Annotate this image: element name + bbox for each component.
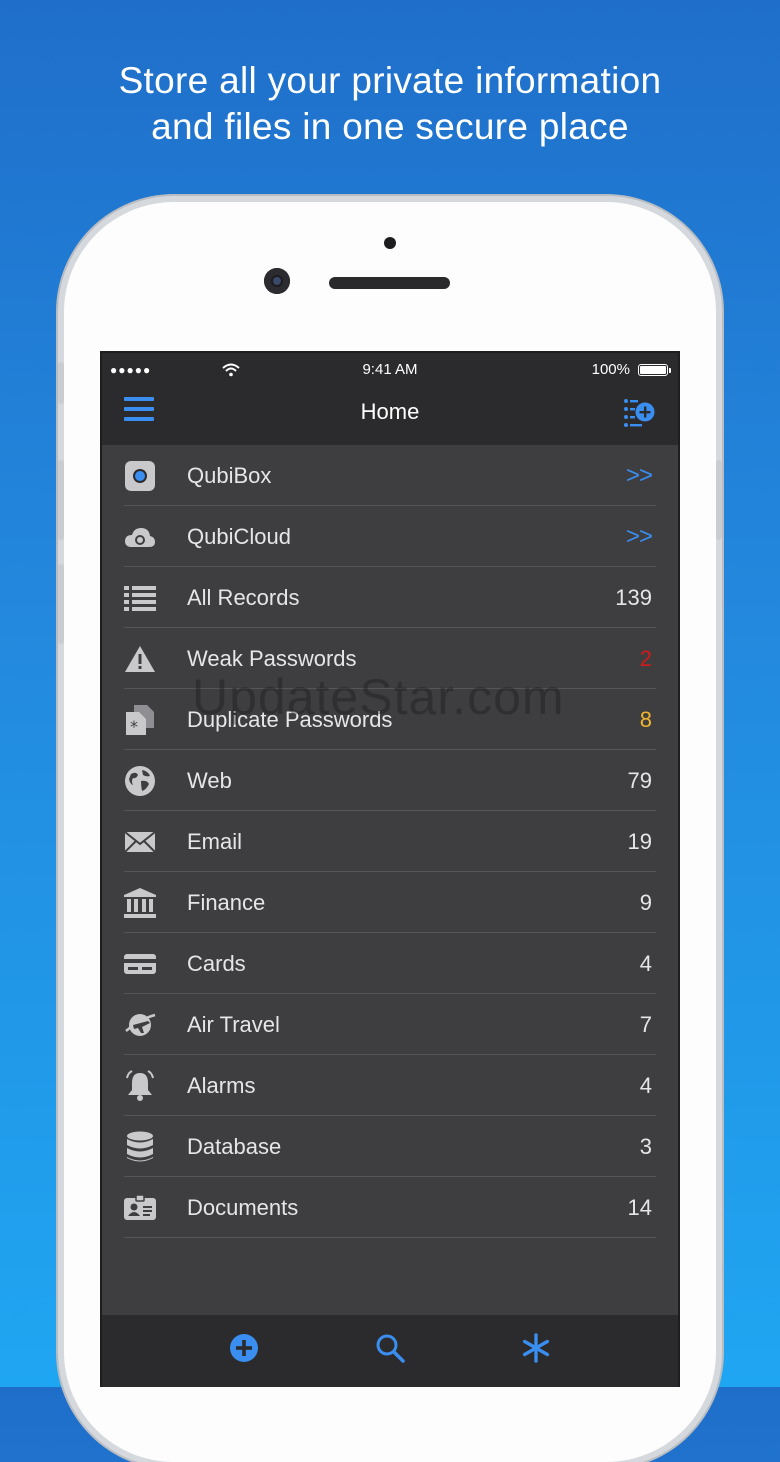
list-item-count: 9	[639, 890, 652, 915]
list-item-label: Alarms	[187, 1073, 256, 1098]
bell-icon	[124, 1070, 156, 1102]
list-item-database[interactable]: Database 3	[102, 1116, 678, 1177]
cloud-icon	[124, 521, 156, 553]
list-item-count: 139	[615, 585, 652, 610]
svg-text:*: *	[130, 717, 138, 736]
headline-line-1: Store all your private information	[118, 60, 662, 101]
list-item-qubicloud[interactable]: QubiCloud >>	[102, 506, 678, 567]
list-item-count: 79	[627, 768, 652, 793]
list-item-label: Cards	[187, 951, 246, 976]
list-icon	[124, 582, 156, 614]
battery-percentage: 100%	[591, 361, 630, 378]
list-item-label: All Records	[187, 585, 300, 610]
list-item-label: Database	[187, 1134, 282, 1159]
headline: Store all your private information and f…	[0, 58, 780, 150]
list-item-alarms[interactable]: Alarms 4	[102, 1055, 678, 1116]
list-item-count: 14	[627, 1195, 652, 1220]
list-item-label: QubiCloud	[187, 524, 291, 549]
phone-volume-down	[58, 564, 64, 644]
chevron-right-icon[interactable]: >>	[626, 523, 653, 551]
asterisk-icon[interactable]	[519, 1331, 553, 1365]
list-item-documents[interactable]: Documents 14	[102, 1177, 678, 1238]
headline-line-2: and files in one secure place	[151, 106, 629, 147]
list-item-finance[interactable]: Finance 9	[102, 872, 678, 933]
add-circle-icon[interactable]	[227, 1331, 261, 1365]
list-item-label: Email	[187, 829, 243, 854]
list-item-label: Duplicate Passwords	[187, 707, 393, 732]
bank-icon	[124, 887, 156, 919]
list-item-count: 7	[639, 1012, 652, 1037]
envelope-icon	[124, 826, 156, 858]
category-list: QubiBox >> QubiCloud >> All Records 139 …	[102, 445, 678, 1238]
app-screen: ●●●●● 9:41 AM 100% Home QubiBox >> QubiC…	[100, 351, 680, 1387]
list-item-label: QubiBox	[187, 463, 272, 488]
list-item-count: 4	[639, 1073, 652, 1098]
list-item-label: Weak Passwords	[187, 646, 357, 671]
phone-mute-switch	[58, 362, 64, 404]
battery-icon	[638, 364, 671, 376]
list-item-qubibox[interactable]: QubiBox >>	[102, 445, 678, 506]
phone-power-button	[716, 460, 722, 540]
bottom-tab-bar	[102, 1315, 678, 1387]
list-item-all-records[interactable]: All Records 139	[102, 567, 678, 628]
list-item-count: 2	[639, 646, 652, 671]
list-item-count: 3	[639, 1134, 652, 1159]
proximity-sensor	[384, 237, 396, 249]
list-item-label: Air Travel	[187, 1012, 280, 1037]
credit-card-icon	[124, 948, 156, 980]
list-item-label: Finance	[187, 890, 266, 915]
earpiece-speaker	[329, 277, 450, 289]
list-item-air-travel[interactable]: Air Travel 7	[102, 994, 678, 1055]
qubibox-icon	[124, 460, 156, 492]
database-icon	[124, 1131, 156, 1163]
list-item-web[interactable]: Web 79	[102, 750, 678, 811]
globe-icon	[124, 765, 156, 797]
list-item-count: 19	[627, 829, 652, 854]
list-item-label: Documents	[187, 1195, 299, 1220]
status-bar: ●●●●● 9:41 AM 100%	[102, 361, 678, 381]
chevron-right-icon[interactable]: >>	[626, 462, 653, 490]
add-filter-icon[interactable]	[622, 395, 656, 429]
duplicate-icon: *	[124, 704, 156, 736]
list-item-cards[interactable]: Cards 4	[102, 933, 678, 994]
plane-icon	[124, 1009, 156, 1041]
phone-volume-up	[58, 460, 64, 540]
list-item-weak-passwords[interactable]: Weak Passwords 2	[102, 628, 678, 689]
list-item-duplicate-passwords[interactable]: * Duplicate Passwords 8	[102, 689, 678, 750]
warning-icon	[124, 643, 156, 675]
search-icon[interactable]	[373, 1331, 407, 1365]
page-title: Home	[360, 399, 420, 424]
list-item-count: 4	[639, 951, 652, 976]
top-bar: ●●●●● 9:41 AM 100% Home	[102, 353, 678, 445]
id-card-icon	[124, 1192, 156, 1224]
navigation-bar: Home	[102, 391, 678, 439]
list-item-count: 8	[639, 707, 652, 732]
list-item-email[interactable]: Email 19	[102, 811, 678, 872]
front-camera	[264, 268, 290, 294]
list-item-label: Web	[187, 768, 232, 793]
